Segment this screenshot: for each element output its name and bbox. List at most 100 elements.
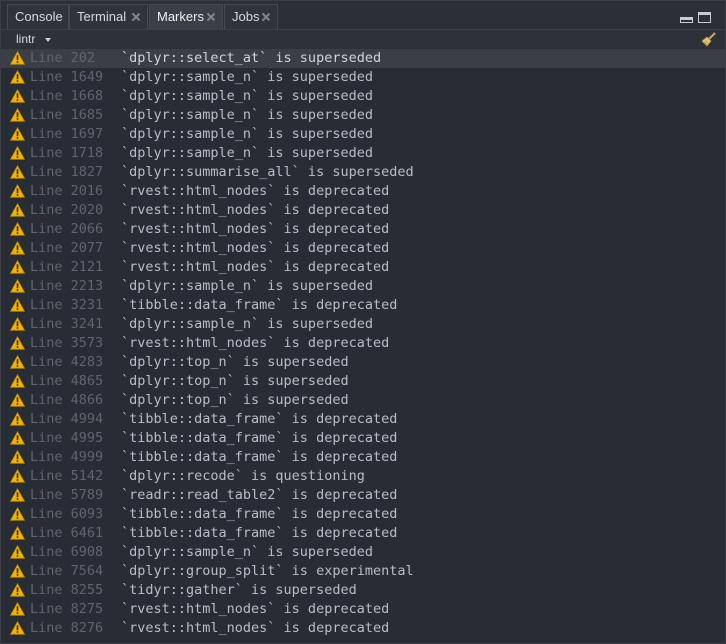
marker-row[interactable]: Line 1827 `dplyr::summarise_all` is super…: [1, 163, 725, 182]
warning-icon: [10, 545, 25, 559]
marker-line-number: Line 8255: [30, 582, 104, 598]
marker-row[interactable]: Line 6093 `tibble::data_frame` is depreca…: [1, 505, 725, 524]
marker-line-number: Line 5142: [30, 468, 104, 484]
marker-line-number: Line 8276: [30, 620, 104, 636]
marker-row[interactable]: Line 3573 `rvest::html_nodes` is deprecat…: [1, 334, 725, 353]
marker-row[interactable]: Line 7564 `dplyr::group_split` is experim…: [1, 562, 725, 581]
marker-row[interactable]: Line 6461 `tibble::data_frame` is depreca…: [1, 524, 725, 543]
marker-row[interactable]: Line 4994 `tibble::data_frame` is depreca…: [1, 410, 725, 429]
warning-icon: [10, 374, 25, 388]
markers-pane: Console Terminal Markers Jobs lintr Line…: [0, 0, 726, 644]
marker-message: `rvest::html_nodes` is deprecated: [121, 335, 390, 351]
minimize-pane-icon[interactable]: [680, 17, 693, 23]
warning-icon: [10, 469, 25, 483]
marker-row[interactable]: Line 2066 `rvest::html_nodes` is deprecat…: [1, 220, 725, 239]
marker-row[interactable]: Line 2121 `rvest::html_nodes` is deprecat…: [1, 258, 725, 277]
warning-icon: [10, 450, 25, 464]
tab-label: Terminal: [77, 9, 127, 24]
marker-line-number: Line 202: [30, 50, 96, 66]
marker-row[interactable]: Line 5789 `readr::read_table2` is depreca…: [1, 486, 725, 505]
marker-row[interactable]: Line 4866 `dplyr::top_n` is superseded: [1, 391, 725, 410]
marker-row[interactable]: Line 3231 `tibble::data_frame` is depreca…: [1, 296, 725, 315]
tab-markers[interactable]: Markers: [149, 4, 223, 29]
marker-message: `dplyr::top_n` is superseded: [121, 392, 349, 408]
warning-icon: [10, 431, 25, 445]
warning-icon: [10, 146, 25, 160]
marker-message: `dplyr::top_n` is superseded: [121, 354, 349, 370]
warning-icon: [10, 526, 25, 540]
close-icon[interactable]: [261, 12, 271, 22]
marker-message: `dplyr::top_n` is superseded: [121, 373, 349, 389]
marker-row[interactable]: Line 8275 `rvest::html_nodes` is deprecat…: [1, 600, 725, 619]
marker-line-number: Line 4283: [30, 354, 104, 370]
markers-toolbar: lintr: [1, 30, 725, 50]
warning-icon: [10, 222, 25, 236]
marker-line-number: Line 4994: [30, 411, 104, 427]
warning-icon: [10, 241, 25, 255]
broom-icon[interactable]: [701, 31, 717, 47]
marker-message: `readr::read_table2` is deprecated: [121, 487, 398, 503]
marker-row[interactable]: Line 2016 `rvest::html_nodes` is deprecat…: [1, 182, 725, 201]
warning-icon: [10, 260, 25, 274]
close-icon[interactable]: [131, 12, 141, 22]
marker-row[interactable]: Line 8255 `tidyr::gather` is superseded: [1, 581, 725, 600]
marker-row[interactable]: Line 6908 `dplyr::sample_n` is superseded: [1, 543, 725, 562]
marker-message: `dplyr::select_at` is superseded: [121, 50, 382, 66]
marker-message: `dplyr::sample_n` is superseded: [121, 69, 373, 85]
tab-label: Console: [15, 9, 63, 24]
marker-message: `tibble::data_frame` is deprecated: [121, 297, 398, 313]
marker-message: `dplyr::sample_n` is superseded: [121, 88, 373, 104]
marker-row[interactable]: Line 8276 `rvest::html_nodes` is deprecat…: [1, 619, 725, 638]
marker-row[interactable]: Line 3241 `dplyr::sample_n` is superseded: [1, 315, 725, 334]
marker-row[interactable]: Line 2077 `rvest::html_nodes` is deprecat…: [1, 239, 725, 258]
marker-message: `tibble::data_frame` is deprecated: [121, 411, 398, 427]
tab-jobs[interactable]: Jobs: [224, 4, 278, 29]
marker-row[interactable]: Line 5142 `dplyr::recode` is questioning: [1, 467, 725, 486]
close-icon[interactable]: [206, 12, 216, 22]
warning-icon: [10, 184, 25, 198]
warning-icon: [10, 621, 25, 635]
maximize-pane-icon[interactable]: [698, 12, 711, 23]
marker-line-number: Line 2020: [30, 202, 104, 218]
tab-bar: Console Terminal Markers Jobs: [1, 1, 725, 30]
chevron-down-icon[interactable]: [45, 38, 51, 42]
warning-icon: [10, 583, 25, 597]
marker-line-number: Line 2016: [30, 183, 104, 199]
marker-line-number: Line 6908: [30, 544, 104, 560]
marker-line-number: Line 2213: [30, 278, 104, 294]
marker-line-number: Line 1718: [30, 145, 104, 161]
marker-line-number: Line 1697: [30, 126, 104, 142]
marker-line-number: Line 3573: [30, 335, 104, 351]
marker-row[interactable]: Line 1697 `dplyr::sample_n` is superseded: [1, 125, 725, 144]
marker-source-select[interactable]: lintr: [16, 31, 35, 48]
marker-row[interactable]: Line 2020 `rvest::html_nodes` is deprecat…: [1, 201, 725, 220]
marker-message: `tibble::data_frame` is deprecated: [121, 449, 398, 465]
marker-message: `tidyr::gather` is superseded: [121, 582, 357, 598]
marker-row[interactable]: Line 202 `dplyr::select_at` is superseded: [1, 49, 725, 68]
marker-row[interactable]: Line 2213 `dplyr::sample_n` is superseded: [1, 277, 725, 296]
marker-row[interactable]: Line 4283 `dplyr::top_n` is superseded: [1, 353, 725, 372]
marker-row[interactable]: Line 4995 `tibble::data_frame` is depreca…: [1, 429, 725, 448]
marker-message: `rvest::html_nodes` is deprecated: [121, 202, 390, 218]
marker-row[interactable]: Line 1649 `dplyr::sample_n` is superseded: [1, 68, 725, 87]
tab-console[interactable]: Console: [7, 4, 69, 29]
warning-icon: [10, 336, 25, 350]
tab-label: Markers: [157, 9, 204, 24]
warning-icon: [10, 355, 25, 369]
marker-line-number: Line 1685: [30, 107, 104, 123]
marker-row[interactable]: Line 4999 `tibble::data_frame` is depreca…: [1, 448, 725, 467]
marker-line-number: Line 3241: [30, 316, 104, 332]
marker-row[interactable]: Line 1685 `dplyr::sample_n` is superseded: [1, 106, 725, 125]
marker-message: `rvest::html_nodes` is deprecated: [121, 601, 390, 617]
warning-icon: [10, 507, 25, 521]
marker-line-number: Line 1668: [30, 88, 104, 104]
marker-row[interactable]: Line 4865 `dplyr::top_n` is superseded: [1, 372, 725, 391]
warning-icon: [10, 89, 25, 103]
marker-row[interactable]: Line 1718 `dplyr::sample_n` is superseded: [1, 144, 725, 163]
marker-row[interactable]: Line 1668 `dplyr::sample_n` is superseded: [1, 87, 725, 106]
marker-message: `tibble::data_frame` is deprecated: [121, 506, 398, 522]
tab-terminal[interactable]: Terminal: [69, 4, 148, 29]
marker-line-number: Line 4866: [30, 392, 104, 408]
marker-message: `dplyr::group_split` is experimental: [121, 563, 414, 579]
warning-icon: [10, 70, 25, 84]
